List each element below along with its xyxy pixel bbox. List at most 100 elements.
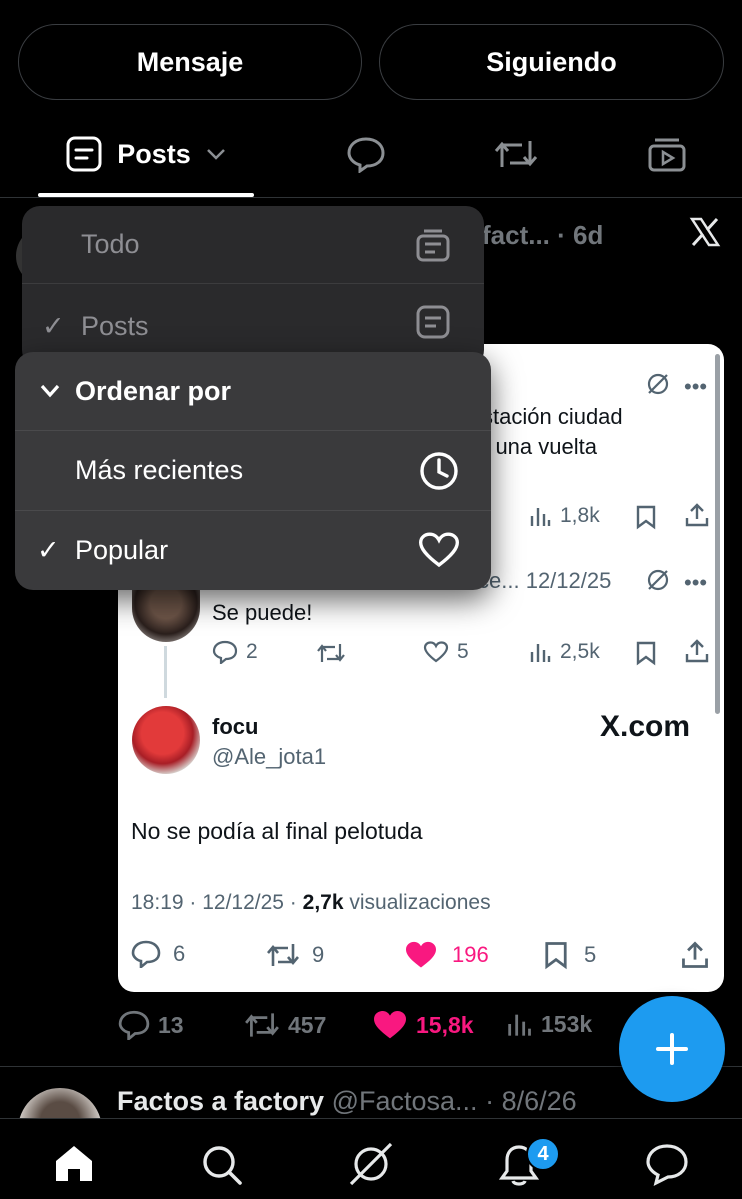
sort-menu: Ordenar por Más recientes ✓ Popular xyxy=(15,352,491,590)
check-icon: ✓ xyxy=(42,310,65,341)
main-likes[interactable]: 196 xyxy=(404,940,489,970)
reply-icon xyxy=(212,640,238,664)
message-bubble-icon xyxy=(646,1144,688,1186)
filter-menu: Todo ✓ Posts xyxy=(22,206,484,368)
main-post-text: No se podía al final pelotuda xyxy=(131,818,423,844)
top-post-line2: r una vuelta xyxy=(482,434,597,459)
more-icon[interactable]: ••• xyxy=(684,570,707,596)
filter-posts-label: Posts xyxy=(81,310,149,341)
post-time: · 6d xyxy=(557,220,604,250)
home-icon xyxy=(56,1146,92,1181)
media-icon xyxy=(648,138,686,172)
sort-header-label: Ordenar por xyxy=(75,375,232,406)
reply-post-text: Se puede! xyxy=(212,600,313,625)
share-icon[interactable] xyxy=(684,638,710,669)
views-icon xyxy=(530,508,551,526)
chevron-down-icon xyxy=(206,149,225,160)
repost-icon xyxy=(245,1013,279,1037)
views-icon xyxy=(508,1014,531,1036)
tab-posts-label: Posts xyxy=(117,138,191,169)
main-bookmarks[interactable]: 5 xyxy=(542,940,596,970)
sort-option-recent[interactable]: Más recientes xyxy=(15,431,491,511)
outer-reposts[interactable]: 457 xyxy=(244,1011,326,1039)
main-avatar[interactable] xyxy=(132,706,200,774)
compose-button[interactable] xyxy=(619,996,725,1102)
outer-views[interactable]: 153k xyxy=(505,1010,592,1038)
reply-views-count: 2,5k xyxy=(560,640,600,663)
reply-icon xyxy=(131,940,161,968)
bookmark-icon[interactable] xyxy=(634,504,658,535)
reply-replies[interactable]: 2 xyxy=(212,640,258,664)
scrollbar[interactable] xyxy=(715,354,720,714)
check-icon: ✓ xyxy=(37,535,60,565)
main-reposts[interactable]: 9 xyxy=(266,942,324,968)
reply-bubble-icon xyxy=(347,137,385,173)
main-post-views-count: 2,7k xyxy=(302,891,344,914)
next-post-name: Factos a factory xyxy=(117,1086,325,1116)
heart-filled-icon xyxy=(374,1011,406,1039)
reply-likes[interactable]: 5 xyxy=(423,640,469,664)
outer-views-count: 153k xyxy=(541,1010,593,1037)
nav-search[interactable] xyxy=(200,1143,244,1192)
plus-icon xyxy=(656,1033,688,1065)
share-icon[interactable] xyxy=(684,502,710,533)
sort-popular-label: Popular xyxy=(75,535,169,565)
outer-replies[interactable]: 13 xyxy=(118,1010,184,1040)
post-author-partial: fact... xyxy=(482,220,550,250)
tab-reposts[interactable] xyxy=(476,110,556,198)
main-bookmarks-count: 5 xyxy=(584,942,597,967)
post-header: fact... · 6d xyxy=(482,220,603,251)
message-button-label: Mensaje xyxy=(136,46,244,77)
sort-header[interactable]: Ordenar por xyxy=(15,352,491,431)
posts-icon xyxy=(416,305,450,339)
filter-todo-label: Todo xyxy=(81,229,140,259)
top-post-views[interactable]: 1,8k xyxy=(528,504,600,528)
nav-grok[interactable] xyxy=(348,1141,394,1192)
next-post-header: Factos a factory @Factosa... · 8/6/26 xyxy=(117,1086,577,1117)
nav-home[interactable] xyxy=(52,1143,96,1190)
chevron-down-icon xyxy=(40,384,60,398)
sort-option-popular[interactable]: ✓ Popular xyxy=(15,511,491,590)
nav-messages[interactable] xyxy=(644,1142,690,1191)
clock-icon xyxy=(420,452,458,490)
main-post-name: focu xyxy=(212,714,259,739)
views-icon xyxy=(530,644,551,662)
tab-posts[interactable]: Posts xyxy=(38,110,254,198)
more-icon[interactable]: ••• xyxy=(684,374,707,400)
tab-active-indicator xyxy=(38,193,254,197)
main-replies[interactable]: 6 xyxy=(131,940,185,968)
reply-replies-count: 2 xyxy=(246,640,258,663)
x-logo-icon[interactable] xyxy=(689,216,721,253)
outer-likes[interactable]: 15,8k xyxy=(372,1009,474,1041)
repost-icon[interactable] xyxy=(316,642,346,669)
bookmark-icon xyxy=(545,942,567,970)
following-button-label: Siguiendo xyxy=(486,46,617,77)
heart-filled-icon xyxy=(406,941,436,968)
heart-outline-icon xyxy=(423,641,449,663)
main-post-handle: @Ale_jota1 xyxy=(212,744,327,769)
next-post-handle: @Factosa... xyxy=(331,1086,478,1116)
profile-tab-bar: Posts xyxy=(0,110,742,198)
heart-outline-icon xyxy=(418,532,460,568)
tab-replies[interactable] xyxy=(326,110,406,198)
grok-icon xyxy=(349,1142,393,1186)
grok-icon[interactable] xyxy=(646,372,670,401)
filter-option-todo[interactable]: Todo xyxy=(22,206,484,284)
following-button[interactable]: Siguiendo xyxy=(379,24,724,100)
sort-recent-label: Más recientes xyxy=(75,455,244,485)
x-watermark: X.com xyxy=(600,710,691,743)
reply-avatar[interactable] xyxy=(132,582,200,642)
main-post-time: 18:19 · 12/12/25 · xyxy=(131,891,297,914)
share-icon[interactable] xyxy=(680,940,710,975)
reply-views[interactable]: 2,5k xyxy=(528,640,600,664)
grok-icon[interactable] xyxy=(646,568,670,597)
bookmark-icon[interactable] xyxy=(634,640,658,671)
notification-badge: 4 xyxy=(526,1137,560,1171)
reply-icon xyxy=(118,1010,150,1040)
reply-likes-count: 5 xyxy=(457,640,469,663)
message-button[interactable]: Mensaje xyxy=(18,24,362,100)
posts-icon xyxy=(66,136,102,172)
main-post-views-label: visualizaciones xyxy=(349,891,491,914)
thread-line xyxy=(164,646,167,698)
tab-media[interactable] xyxy=(627,110,707,198)
